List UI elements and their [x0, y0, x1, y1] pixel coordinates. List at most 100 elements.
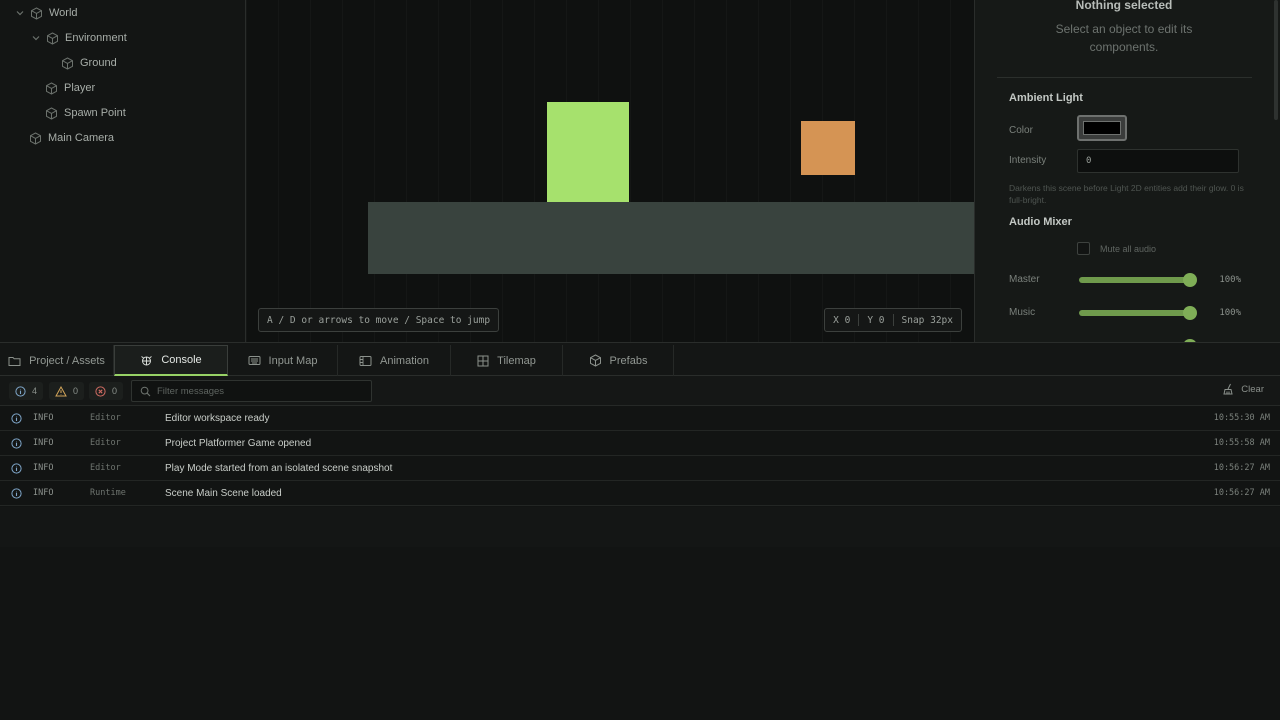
info-count-filter[interactable]: 4 [9, 382, 44, 400]
log-list-empty-area [0, 507, 1280, 547]
warning-count-filter[interactable]: 0 [49, 382, 85, 400]
clear-button[interactable]: Clear [1223, 383, 1264, 395]
tree-item-label: World [49, 7, 78, 19]
folder-icon [8, 356, 21, 366]
mute-checkbox[interactable] [1077, 242, 1090, 255]
info-icon [11, 413, 22, 424]
inspector-title: Nothing selected [1075, 0, 1173, 12]
log-row[interactable]: INFO Editor Editor workspace ready 10:55… [0, 406, 1280, 431]
cube-icon [30, 6, 43, 20]
tab-input-map[interactable]: Input Map [228, 345, 338, 376]
log-level: INFO [33, 413, 54, 423]
tree-item-world[interactable]: World [14, 2, 78, 24]
ambient-help-text: Darkens this scene before Light 2D entit… [1009, 183, 1244, 205]
info-icon [11, 488, 22, 499]
tab-console[interactable]: Console [114, 345, 228, 376]
tab-project-assets[interactable]: Project / Assets [0, 345, 114, 376]
tree-item-spawn-point[interactable]: Spawn Point [45, 102, 126, 124]
tree-item-ground[interactable]: Ground [61, 52, 117, 74]
log-level: INFO [33, 488, 54, 498]
master-value: 100% [1219, 275, 1241, 285]
info-icon [15, 385, 26, 397]
coord-x: X 0 [833, 314, 851, 326]
tree-item-label: Spawn Point [64, 107, 126, 119]
tree-item-label: Ground [80, 57, 117, 69]
intensity-input[interactable] [1077, 149, 1239, 173]
log-message: Editor workspace ready [165, 412, 270, 424]
tree-item-environment[interactable]: Environment [30, 27, 127, 49]
film-icon [359, 355, 372, 366]
mute-all-row[interactable]: Mute all audio [1077, 242, 1156, 255]
inspector-scrollbar[interactable] [1274, 0, 1278, 120]
info-count: 4 [32, 386, 38, 396]
log-row[interactable]: INFO Runtime Scene Main Scene loaded 10:… [0, 481, 1280, 506]
master-label: Master [1009, 274, 1040, 285]
filter-input[interactable] [157, 385, 357, 397]
log-source: Editor [90, 438, 121, 448]
tab-tilemap[interactable]: Tilemap [451, 345, 563, 376]
entity-box[interactable] [801, 121, 855, 175]
ambient-light-title: Ambient Light [1009, 92, 1083, 104]
warning-icon [55, 385, 67, 396]
divider [997, 77, 1252, 78]
log-time: 10:55:30 AM [1213, 413, 1270, 423]
entity-player[interactable] [547, 102, 629, 202]
slider-handle[interactable] [1183, 273, 1197, 287]
log-row[interactable]: INFO Editor Play Mode started from an is… [0, 456, 1280, 481]
info-icon [11, 463, 22, 474]
master-volume-slider[interactable] [1079, 273, 1197, 287]
intensity-label: Intensity [1009, 155, 1047, 166]
color-label: Color [1009, 125, 1033, 136]
tab-label: Animation [380, 354, 429, 367]
warning-count: 0 [73, 386, 79, 396]
music-value: 100% [1219, 308, 1241, 318]
log-message: Project Platformer Game opened [165, 437, 312, 449]
color-preview [1083, 121, 1121, 135]
clear-label: Clear [1241, 383, 1264, 395]
error-count: 0 [112, 386, 118, 396]
coordinate-readout: X 0 Y 0 Snap 32px [824, 308, 962, 332]
cube-icon [29, 131, 42, 145]
chevron-down-icon[interactable] [30, 32, 42, 44]
cube-icon [61, 56, 74, 70]
cube-icon [45, 106, 58, 120]
mute-label: Mute all audio [1100, 243, 1157, 254]
ambient-color-swatch[interactable] [1077, 115, 1127, 141]
info-icon [11, 438, 22, 449]
entity-ground[interactable] [368, 202, 974, 274]
tab-animation[interactable]: Animation [338, 345, 451, 376]
scene-viewport[interactable]: A / D or arrows to move / Space to jump … [246, 0, 974, 342]
broom-icon [1223, 383, 1233, 395]
log-level: INFO [33, 438, 54, 448]
console-log-list: INFO Editor Editor workspace ready 10:55… [0, 406, 1280, 506]
log-source: Runtime [90, 488, 126, 498]
search-icon [140, 386, 151, 396]
tree-item-player[interactable]: Player [45, 77, 95, 99]
log-row[interactable]: INFO Editor Project Platformer Game open… [0, 431, 1280, 456]
log-time: 10:56:27 AM [1213, 463, 1270, 473]
inspector-subtitle: Select an object to edit its components. [1055, 22, 1193, 54]
music-volume-slider[interactable] [1079, 306, 1197, 320]
tree-item-label: Player [64, 82, 96, 94]
error-count-filter[interactable]: 0 [89, 382, 124, 400]
bug-icon [141, 355, 153, 365]
tab-label: Project / Assets [29, 354, 105, 367]
log-message: Play Mode started from an isolated scene… [165, 462, 393, 474]
bottom-tab-bar: Project / Assets Console Input Map Anima… [0, 342, 1280, 376]
log-level: INFO [33, 463, 54, 473]
inspector-panel: Nothing selected Select an object to edi… [974, 0, 1280, 342]
tree-item-main-camera[interactable]: Main Camera [29, 127, 114, 149]
slider-handle[interactable] [1183, 306, 1197, 320]
music-label: Music [1009, 307, 1036, 318]
tree-item-label: Environment [65, 32, 127, 44]
cube-icon [45, 81, 58, 95]
tree-item-label: Main Camera [48, 132, 115, 144]
grid-icon [477, 355, 489, 366]
snap-size[interactable]: Snap 32px [894, 315, 961, 326]
tab-label: Console [161, 354, 202, 366]
tab-prefabs[interactable]: Prefabs [563, 345, 674, 376]
filter-field[interactable] [131, 380, 372, 402]
tab-label: Tilemap [497, 354, 536, 367]
chevron-down-icon[interactable] [14, 7, 26, 19]
log-message: Scene Main Scene loaded [165, 487, 282, 499]
